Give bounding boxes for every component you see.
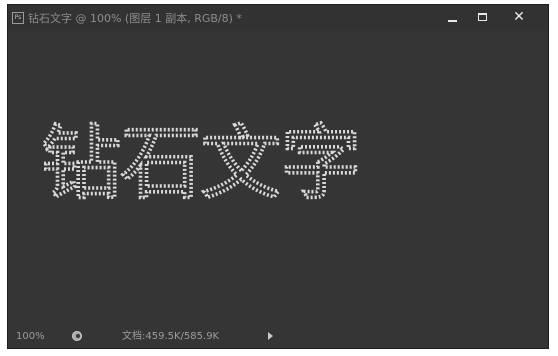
close-button[interactable]: ✕ xyxy=(510,9,528,25)
maximize-button[interactable] xyxy=(474,11,492,25)
maximize-icon xyxy=(478,13,487,21)
status-bar: 100% 文档:459.5K/585.9K xyxy=(8,326,548,348)
status-info-icon[interactable] xyxy=(72,331,82,341)
document-window: Ps 钻石文字 @ 100% (图层 1 副本, RGB/8) * ✕ 钻石文字… xyxy=(7,4,549,349)
minimize-icon xyxy=(448,20,457,22)
photoshop-icon: Ps xyxy=(12,12,24,24)
title-bar[interactable]: Ps 钻石文字 @ 100% (图层 1 副本, RGB/8) * ✕ xyxy=(8,5,548,31)
status-menu-arrow-icon[interactable] xyxy=(268,332,273,340)
document-size: 文档:459.5K/585.9K xyxy=(122,331,220,342)
close-icon: ✕ xyxy=(513,9,525,25)
canvas-artwork: 钻石文字 xyxy=(40,116,361,210)
document-canvas[interactable]: 钻石文字 xyxy=(8,31,548,327)
minimize-button[interactable] xyxy=(444,11,462,25)
zoom-level[interactable]: 100% xyxy=(16,330,45,343)
document-title: 钻石文字 @ 100% (图层 1 副本, RGB/8) * xyxy=(28,12,242,25)
canvas-text-selection: 钻石文字 xyxy=(41,117,361,210)
